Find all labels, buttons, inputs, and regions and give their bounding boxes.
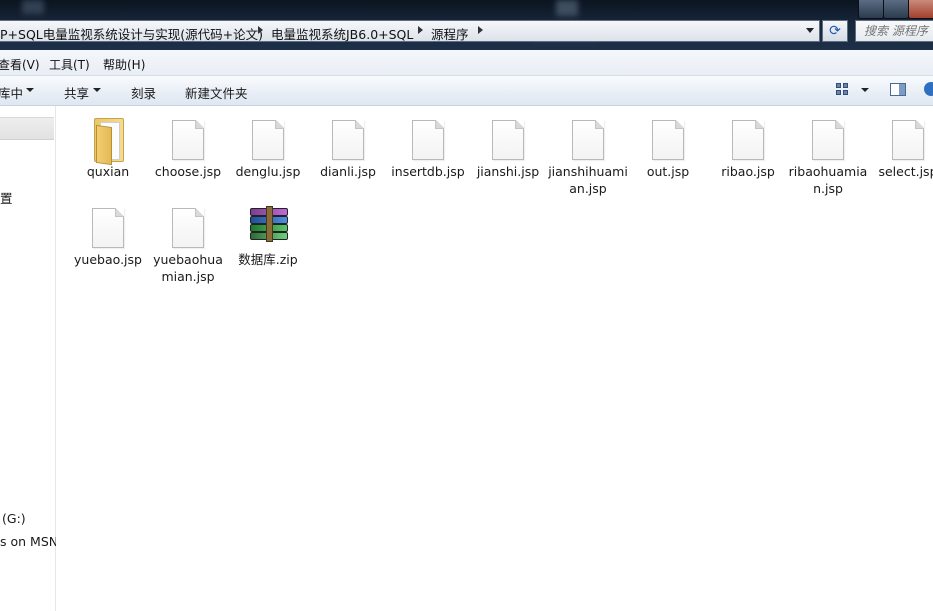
file-name: yuebao.jsp: [74, 252, 142, 267]
file-name: choose.jsp: [154, 164, 222, 179]
file-item[interactable]: dianli.jsp: [308, 106, 388, 196]
nav-selected-item[interactable]: [0, 117, 54, 140]
share-button[interactable]: 共享: [64, 83, 89, 102]
file-item[interactable]: out.jsp: [628, 106, 708, 196]
file-item[interactable]: insertdb.jsp: [388, 106, 468, 196]
command-bar: 库中 共享 刻录 新建文件夹: [0, 76, 933, 106]
search-input[interactable]: [856, 21, 933, 41]
search-box[interactable]: [855, 20, 933, 42]
minimize-button[interactable]: [858, 0, 884, 19]
nav-item-settings[interactable]: 置: [0, 188, 13, 207]
file-item[interactable]: ribao.jsp: [708, 106, 788, 196]
file-item[interactable]: ribaohuamian.jsp: [788, 106, 868, 196]
breadcrumb-separator-icon[interactable]: [258, 26, 263, 34]
zip-archive-icon: [248, 206, 290, 242]
address-history-dropdown-icon[interactable]: [806, 28, 814, 33]
file-icon: [332, 120, 364, 160]
file-name: ribao.jsp: [721, 164, 775, 179]
file-item[interactable]: choose.jsp: [148, 106, 228, 196]
file-icon: [172, 120, 204, 160]
zip-item[interactable]: 数据库.zip: [228, 194, 308, 284]
file-name: denglu.jsp: [235, 164, 301, 179]
file-icon: [892, 120, 924, 160]
folder-icon: [90, 114, 126, 166]
change-view-icon[interactable]: [836, 83, 850, 96]
address-bar[interactable]: P+SQL电量监视系统设计与实现(源代码+论文) 电量监视系统JB6.0+SQL…: [0, 20, 820, 42]
close-button[interactable]: [908, 0, 933, 19]
file-item[interactable]: jianshihuamian.jsp: [548, 106, 628, 196]
refresh-icon: ⟳: [829, 23, 841, 39]
preview-pane-icon[interactable]: [890, 83, 906, 96]
file-name: yuebaohuamian.jsp: [153, 252, 223, 284]
file-name: out.jsp: [646, 164, 690, 179]
file-icon: [92, 208, 124, 248]
file-list: quxian choose.jsp denglu.jsp dianli.jsp …: [56, 106, 933, 611]
new-folder-button[interactable]: 新建文件夹: [185, 83, 248, 102]
file-name: ribaohuamian.jsp: [788, 164, 868, 196]
maximize-button[interactable]: [883, 0, 909, 19]
window-titlebar: P+SQL电量监视系统设计与实现(源代码+论文) 电量监视系统JB6.0+SQL…: [0, 0, 933, 50]
breadcrumb-separator-icon[interactable]: [418, 26, 423, 34]
menu-tools[interactable]: 工具(T): [49, 56, 90, 73]
help-icon[interactable]: [924, 82, 933, 96]
file-icon: [812, 120, 844, 160]
breadcrumb-current-folder[interactable]: 源程序: [431, 24, 469, 43]
file-icon: [412, 120, 444, 160]
breadcrumb-folder[interactable]: 电量监视系统JB6.0+SQL: [271, 24, 413, 43]
file-name: jianshi.jsp: [476, 164, 540, 179]
file-item[interactable]: jianshi.jsp: [468, 106, 548, 196]
file-name: insertdb.jsp: [391, 164, 465, 179]
blurred-background-icon: [556, 0, 578, 16]
folder-item[interactable]: quxian: [68, 106, 148, 196]
file-name: 数据库.zip: [238, 252, 298, 267]
blurred-background-icon: [22, 0, 44, 14]
include-in-library-button[interactable]: 库中: [0, 83, 23, 102]
file-icon: [252, 120, 284, 160]
breadcrumb-parent-folder[interactable]: P+SQL电量监视系统设计与实现(源代码+论文): [0, 24, 263, 43]
file-icon: [572, 120, 604, 160]
view-options-chevron-icon[interactable]: [861, 88, 869, 92]
nav-item-drive-g[interactable]: (G:): [2, 511, 26, 526]
menu-help[interactable]: 帮助(H): [103, 56, 145, 73]
file-name: select.jsp: [878, 164, 933, 179]
chevron-down-icon[interactable]: [26, 88, 34, 92]
nav-item-msn[interactable]: s on MSN: [0, 534, 58, 549]
file-name: dianli.jsp: [320, 164, 376, 179]
navigation-pane: 置 (G:) s on MSN: [0, 106, 58, 611]
file-icon: [492, 120, 524, 160]
file-icon: [652, 120, 684, 160]
menu-view[interactable]: 查看(V): [0, 56, 40, 73]
file-name: jianshihuamian.jsp: [548, 164, 628, 196]
file-name: quxian: [86, 164, 130, 179]
chevron-down-icon[interactable]: [93, 88, 101, 92]
refresh-button[interactable]: ⟳: [822, 20, 848, 42]
file-item[interactable]: yuebaohuamian.jsp: [148, 194, 228, 284]
file-item[interactable]: yuebao.jsp: [68, 194, 148, 284]
file-icon: [172, 208, 204, 248]
file-item[interactable]: select.jsp: [868, 106, 933, 196]
menu-bar: 查看(V) 工具(T) 帮助(H): [0, 50, 933, 76]
file-icon: [732, 120, 764, 160]
breadcrumb-separator-icon[interactable]: [478, 26, 483, 34]
burn-button[interactable]: 刻录: [131, 83, 156, 102]
file-item[interactable]: denglu.jsp: [228, 106, 308, 196]
